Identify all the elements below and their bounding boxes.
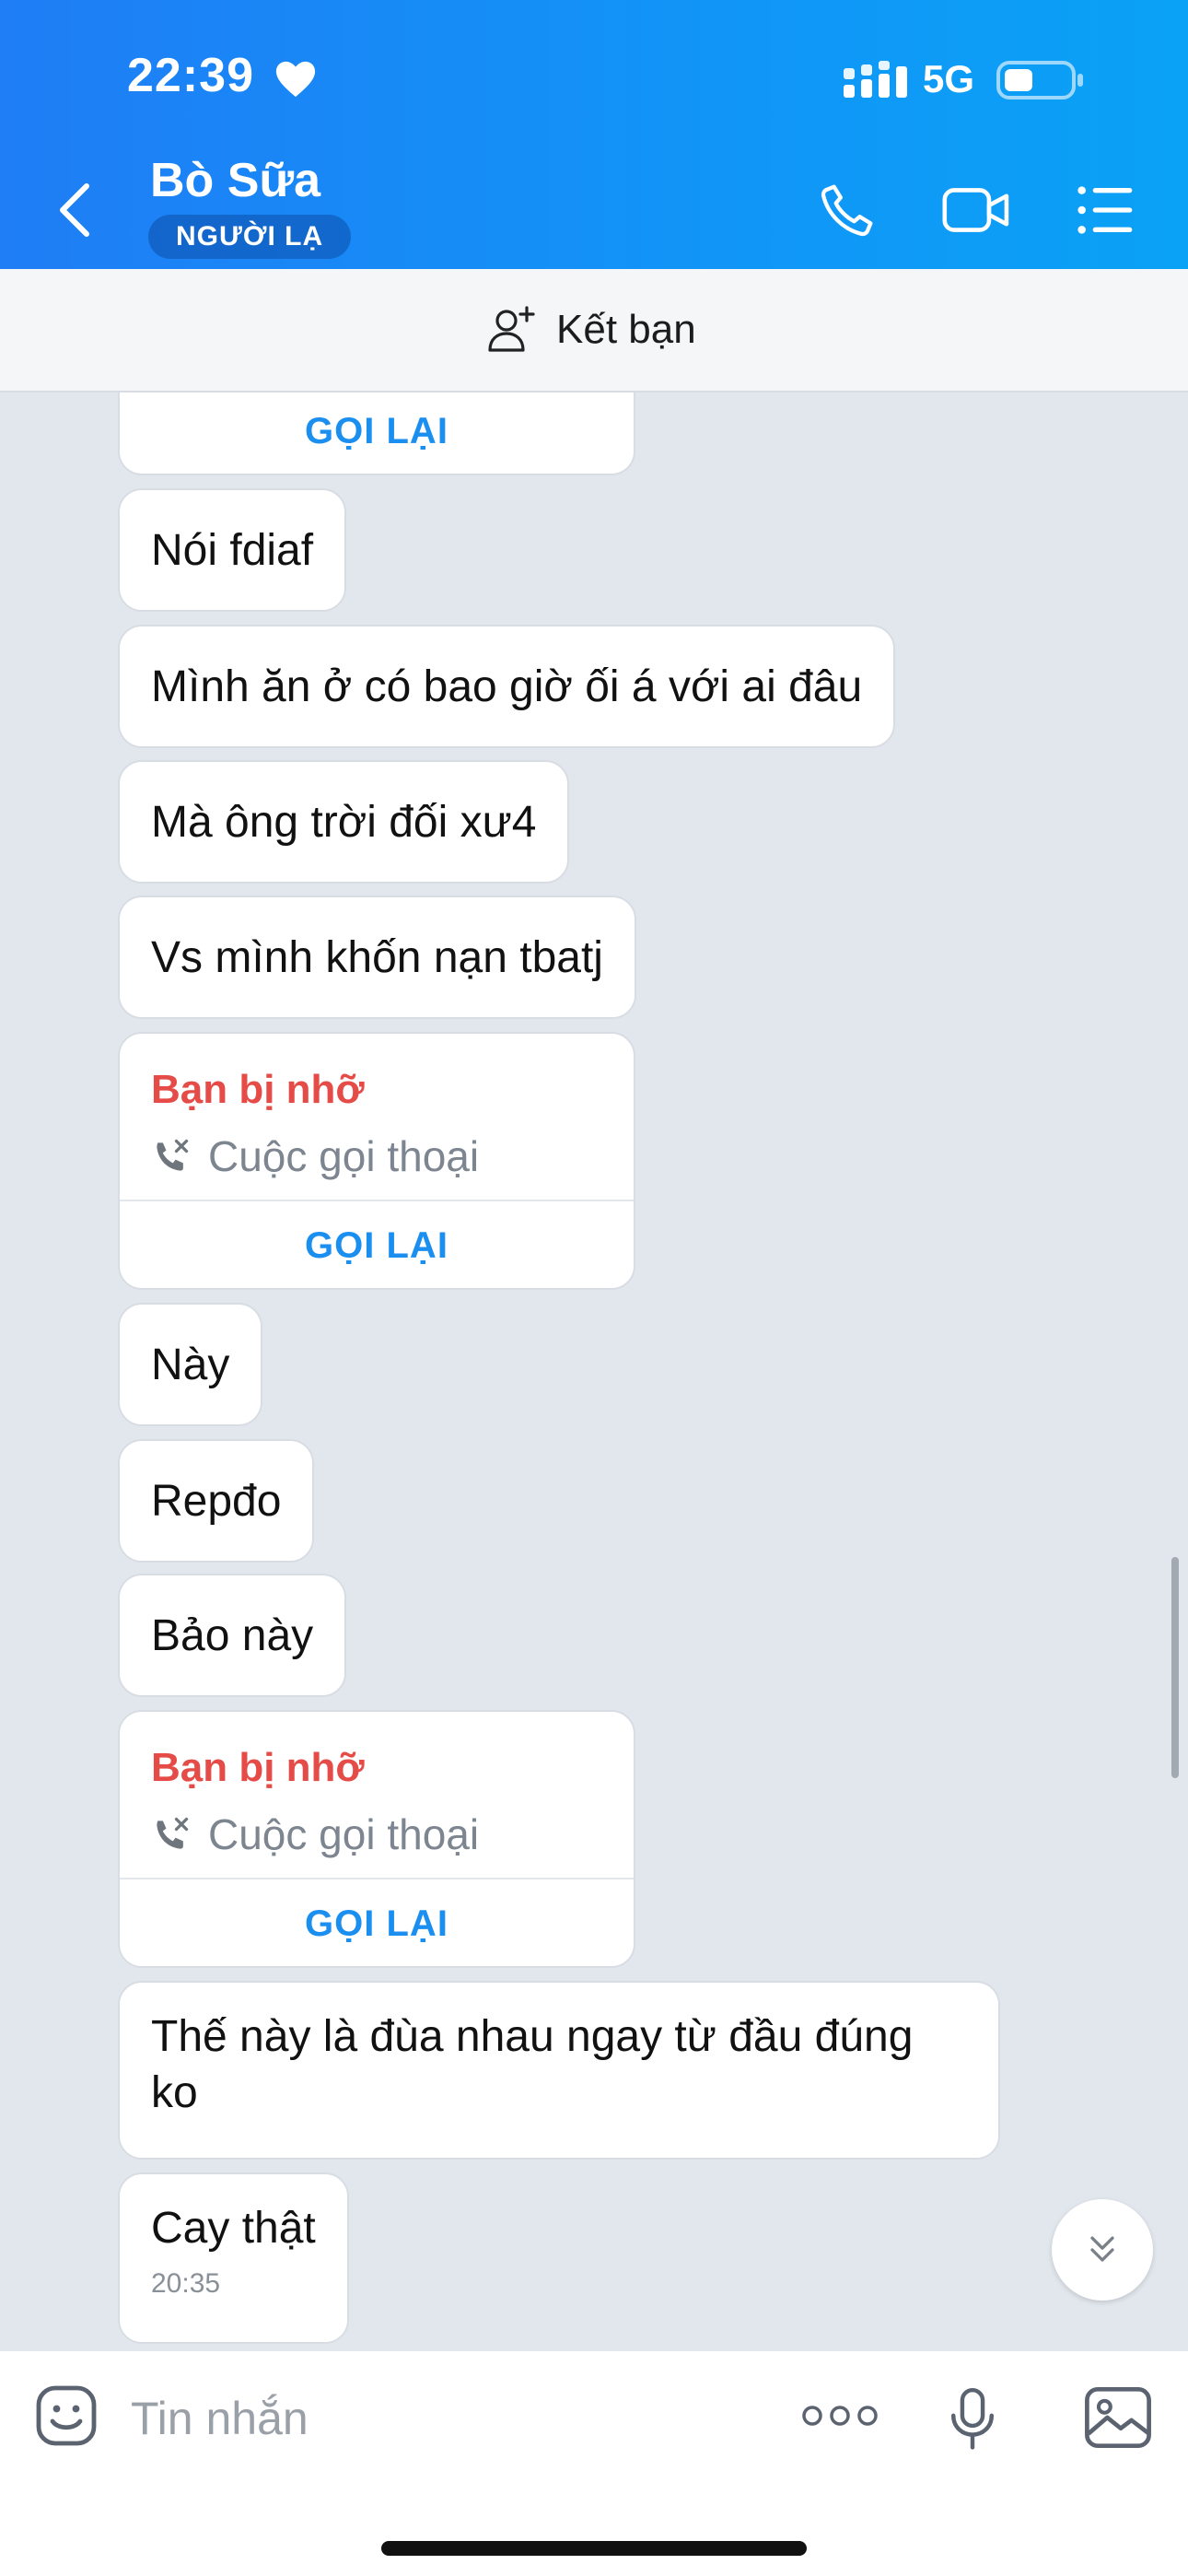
missed-call-card: Bạn bị nhỡ Cuộc gọi thoại GỌI LẠI	[118, 1710, 635, 1968]
home-indicator	[381, 2541, 807, 2556]
message-text: Mình ăn ở có bao giờ ối á với ai đâu	[151, 662, 863, 711]
scrollbar[interactable]	[1171, 1557, 1179, 1778]
message-text: Repđo	[151, 1476, 282, 1526]
call-back-button[interactable]: GỌI LẠI	[120, 1881, 634, 1966]
list-icon[interactable]	[1076, 181, 1135, 240]
missed-call-title: Bạn bị nhỡ	[151, 1745, 365, 1790]
status-time: 22:39	[127, 49, 254, 102]
message-text: Cay thật	[151, 2204, 316, 2253]
add-friend-label: Kết bạn	[556, 307, 696, 352]
more-icon[interactable]	[801, 2401, 879, 2430]
message-bubble[interactable]: Mình ăn ở có bao giờ ối á với ai đâu	[118, 625, 896, 748]
message-text: Thế này là đùa nhau ngay từ đầu đúng ko	[151, 2012, 914, 2117]
message-text: Này	[151, 1340, 230, 1389]
add-friend-icon	[488, 306, 535, 352]
network-type: 5G	[923, 57, 975, 100]
missed-call-icon	[157, 1817, 189, 1849]
divider	[120, 1878, 634, 1879]
mic-icon[interactable]	[947, 2386, 998, 2453]
missed-call-title: Bạn bị nhỡ	[151, 1067, 365, 1112]
back-icon[interactable]	[53, 181, 94, 240]
divider	[120, 1200, 634, 1201]
chat-header: 22:39 5G Bò Sữa NGƯỜI LẠ	[0, 0, 1188, 269]
call-type: Cuộc gọi thoại	[151, 1131, 479, 1181]
image-icon[interactable]	[1083, 2384, 1153, 2451]
message-bubble[interactable]: Repđo	[118, 1439, 315, 1563]
call-type: Cuộc gọi thoại	[151, 1809, 479, 1859]
message-text: Vs mình khốn nạn tbatj	[151, 932, 603, 982]
video-icon[interactable]	[941, 181, 1011, 240]
message-composer: Tin nhắn	[0, 2351, 1188, 2576]
message-timestamp: 20:35	[151, 2268, 221, 2299]
message-text: Mà ông trời đối xư4	[151, 797, 537, 847]
battery-icon	[996, 61, 1083, 100]
message-bubble[interactable]: Này	[118, 1303, 263, 1426]
call-type-label: Cuộc gọi thoại	[208, 1810, 480, 1858]
contact-name[interactable]: Bò Sữa	[150, 153, 320, 208]
message-bubble[interactable]: Thế này là đùa nhau ngay từ đầu đúng ko	[118, 1981, 1000, 2160]
message-text: Nói fdiaf	[151, 525, 314, 575]
add-friend-button[interactable]: Kết bạn	[486, 302, 696, 357]
message-input[interactable]: Tin nhắn	[131, 2392, 309, 2445]
message-bubble[interactable]: Mà ông trời đối xư4	[118, 760, 570, 884]
missed-call-card: GỌI LẠI	[118, 392, 635, 475]
message-list[interactable]: GỌI LẠI Nói fdiaf Mình ăn ở có bao giờ ố…	[0, 392, 1188, 2351]
message-bubble[interactable]: Vs mình khốn nạn tbatj	[118, 896, 636, 1019]
message-text: Bảo này	[151, 1610, 314, 1660]
phone-icon[interactable]	[818, 181, 877, 240]
message-bubble[interactable]: Bảo này	[118, 1574, 347, 1697]
missed-call-card: Bạn bị nhỡ Cuộc gọi thoại GỌI LẠI	[118, 1032, 635, 1290]
call-back-button[interactable]: GỌI LẠI	[120, 1203, 634, 1288]
message-bubble[interactable]: Nói fdiaf	[118, 488, 347, 612]
chevron-double-down-icon	[1090, 2236, 1114, 2262]
call-back-button[interactable]: GỌI LẠI	[120, 392, 634, 474]
heart-icon	[275, 61, 316, 98]
scroll-to-bottom-button[interactable]	[1052, 2199, 1153, 2301]
missed-call-icon	[157, 1139, 189, 1171]
call-type-label: Cuộc gọi thoại	[208, 1132, 480, 1180]
add-friend-bar: Kết bạn	[0, 269, 1188, 392]
stranger-badge: NGƯỜI LẠ	[148, 215, 352, 259]
sticker-icon[interactable]	[33, 2383, 99, 2449]
message-bubble[interactable]: Cay thật 20:35	[118, 2172, 349, 2344]
signal-icon	[844, 61, 907, 98]
